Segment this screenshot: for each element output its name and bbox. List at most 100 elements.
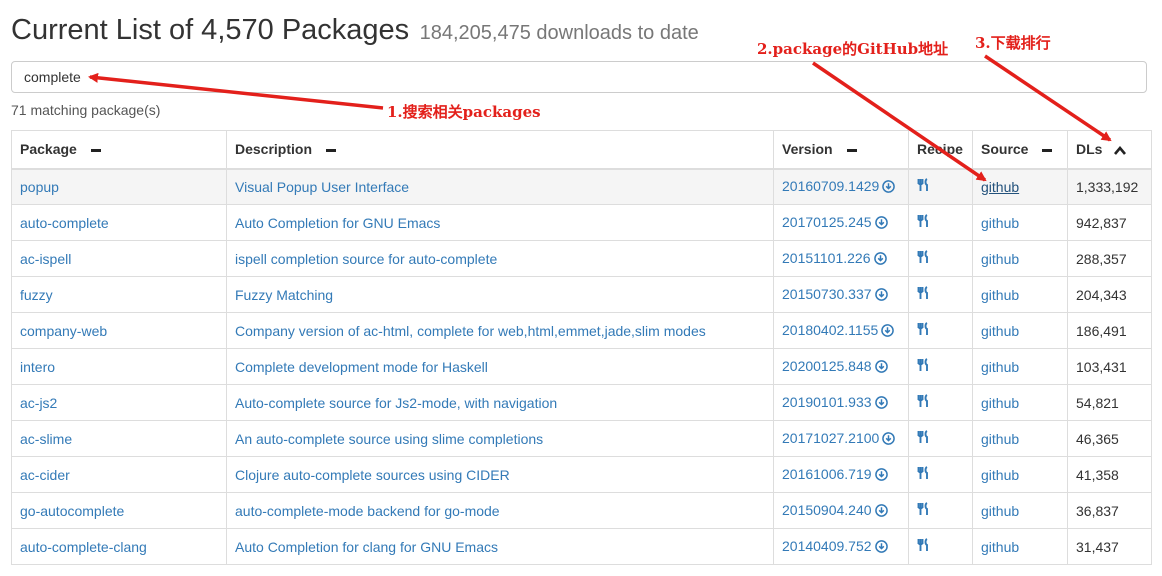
downloads-cell: 54,821 [1067, 384, 1152, 421]
source-link[interactable]: github [972, 240, 1068, 277]
package-description-link[interactable]: Fuzzy Matching [226, 276, 774, 313]
package-name-link[interactable]: auto-complete-clang [11, 528, 227, 565]
recipe-cell[interactable] [908, 312, 973, 349]
source-link[interactable]: github [972, 204, 1068, 241]
fork-knife-icon[interactable] [917, 178, 931, 195]
source-link[interactable]: github [972, 528, 1068, 565]
recipe-cell[interactable] [908, 168, 973, 205]
version-cell[interactable]: 20171027.2100 [773, 420, 909, 457]
minus-icon [90, 149, 101, 153]
download-circle-icon[interactable] [881, 323, 895, 340]
recipe-cell[interactable] [908, 420, 973, 457]
package-description-link[interactable]: Auto Completion for GNU Emacs [226, 204, 774, 241]
package-description-link[interactable]: An auto-complete source using slime comp… [226, 420, 774, 457]
search-input[interactable]: complete [11, 61, 1147, 93]
package-name-link[interactable]: company-web [11, 312, 227, 349]
version-cell[interactable]: 20190101.933 [773, 384, 909, 421]
package-name-link[interactable]: ac-ispell [11, 240, 227, 277]
download-circle-icon[interactable] [874, 503, 888, 520]
version-cell[interactable]: 20200125.848 [773, 348, 909, 385]
package-description-link[interactable]: Auto Completion for clang for GNU Emacs [226, 528, 774, 565]
fork-knife-icon[interactable] [917, 538, 931, 555]
downloads-cell: 288,357 [1067, 240, 1152, 277]
fork-knife-icon[interactable] [917, 358, 931, 375]
version-cell[interactable]: 20160709.1429 [773, 168, 909, 205]
downloads-cell: 41,358 [1067, 456, 1152, 493]
recipe-cell[interactable] [908, 492, 973, 529]
page-subtitle: 184,205,475 downloads to date [419, 22, 699, 44]
table-row: go-autocomplete auto-complete-mode backen… [11, 492, 1152, 529]
recipe-cell[interactable] [908, 456, 973, 493]
recipe-cell[interactable] [908, 240, 973, 277]
source-link[interactable]: github [972, 348, 1068, 385]
package-description-link[interactable]: ispell completion source for auto-comple… [226, 240, 774, 277]
download-circle-icon[interactable] [882, 431, 896, 448]
package-description-link[interactable]: Auto-complete source for Js2-mode, with … [226, 384, 774, 421]
annotation-search: 1.搜索相关packages [387, 103, 541, 121]
package-description-link[interactable]: auto-complete-mode backend for go-mode [226, 492, 774, 529]
download-circle-icon[interactable] [874, 395, 888, 412]
fork-knife-icon[interactable] [917, 214, 931, 231]
minus-icon [326, 149, 337, 153]
package-description-link[interactable]: Visual Popup User Interface [226, 168, 774, 205]
table-row: ac-cider Clojure auto-complete sources us… [11, 456, 1152, 493]
table-row: ac-js2 Auto-complete source for Js2-mode,… [11, 384, 1152, 421]
fork-knife-icon[interactable] [917, 250, 931, 267]
fork-knife-icon[interactable] [917, 466, 931, 483]
recipe-cell[interactable] [908, 276, 973, 313]
package-name-link[interactable]: intero [11, 348, 227, 385]
version-cell[interactable]: 20161006.719 [773, 456, 909, 493]
fork-knife-icon[interactable] [917, 430, 931, 447]
version-cell[interactable]: 20151101.226 [773, 240, 909, 277]
source-link[interactable]: github [972, 420, 1068, 457]
recipe-cell[interactable] [908, 528, 973, 565]
package-name-link[interactable]: auto-complete [11, 204, 227, 241]
package-name-link[interactable]: ac-slime [11, 420, 227, 457]
fork-knife-icon[interactable] [917, 322, 931, 339]
fork-knife-icon[interactable] [917, 502, 931, 519]
package-name-link[interactable]: ac-js2 [11, 384, 227, 421]
fork-knife-icon[interactable] [917, 286, 931, 303]
downloads-cell: 103,431 [1067, 348, 1152, 385]
version-cell[interactable]: 20150730.337 [773, 276, 909, 313]
download-circle-icon[interactable] [874, 287, 888, 304]
package-name-link[interactable]: ac-cider [11, 456, 227, 493]
download-circle-icon[interactable] [874, 215, 888, 232]
download-circle-icon[interactable] [873, 251, 887, 268]
table-header-row: Package Description Version Recipe Sourc… [11, 130, 1152, 170]
package-description-link[interactable]: Clojure auto-complete sources using CIDE… [226, 456, 774, 493]
column-header-dls[interactable]: DLs [1067, 130, 1152, 170]
download-circle-icon[interactable] [874, 359, 888, 376]
download-circle-icon[interactable] [882, 179, 896, 196]
column-header-recipe[interactable]: Recipe [908, 130, 973, 170]
source-link[interactable]: github [972, 384, 1068, 421]
source-link[interactable]: github [972, 276, 1068, 313]
downloads-cell: 31,437 [1067, 528, 1152, 565]
source-link[interactable]: github [972, 492, 1068, 529]
package-description-link[interactable]: Company version of ac-html, complete for… [226, 312, 774, 349]
column-header-description[interactable]: Description [226, 130, 774, 170]
download-circle-icon[interactable] [874, 539, 888, 556]
package-name-link[interactable]: go-autocomplete [11, 492, 227, 529]
recipe-cell[interactable] [908, 384, 973, 421]
package-name-link[interactable]: popup [11, 168, 227, 205]
version-cell[interactable]: 20170125.245 [773, 204, 909, 241]
version-cell[interactable]: 20150904.240 [773, 492, 909, 529]
source-link[interactable]: github [972, 456, 1068, 493]
column-header-source[interactable]: Source [972, 130, 1068, 170]
column-header-package[interactable]: Package [11, 130, 227, 170]
recipe-cell[interactable] [908, 348, 973, 385]
source-link[interactable]: github [972, 312, 1068, 349]
annotation-downloads: 3.下载排行 [975, 34, 1051, 52]
fork-knife-icon[interactable] [917, 394, 931, 411]
download-circle-icon[interactable] [874, 467, 888, 484]
downloads-cell: 186,491 [1067, 312, 1152, 349]
version-cell[interactable]: 20180402.1155 [773, 312, 909, 349]
package-description-link[interactable]: Complete development mode for Haskell [226, 348, 774, 385]
package-name-link[interactable]: fuzzy [11, 276, 227, 313]
version-cell[interactable]: 20140409.752 [773, 528, 909, 565]
source-link[interactable]: github [972, 168, 1068, 205]
column-header-version[interactable]: Version [773, 130, 909, 170]
downloads-cell: 942,837 [1067, 204, 1152, 241]
recipe-cell[interactable] [908, 204, 973, 241]
